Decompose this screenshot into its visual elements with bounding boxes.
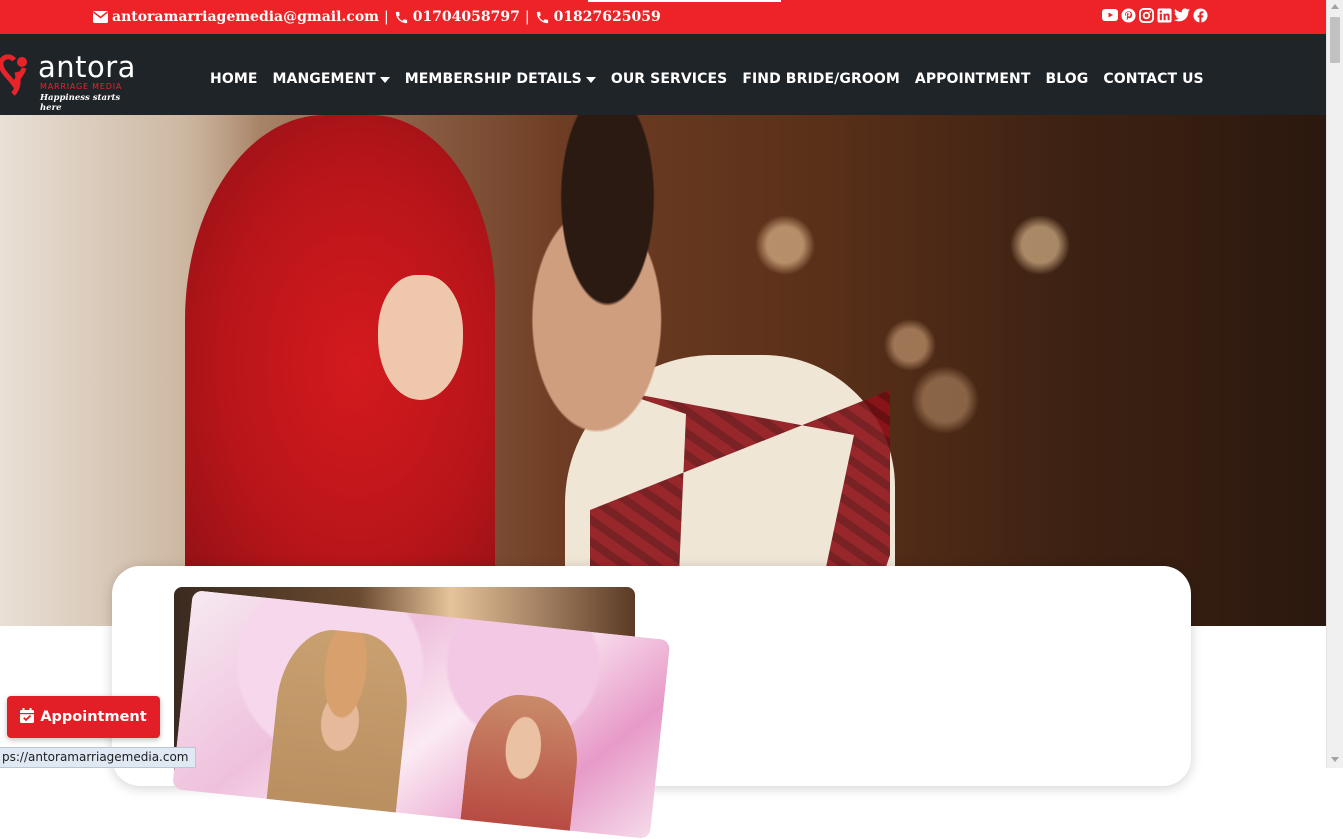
- scrollbar-thumb[interactable]: [1330, 17, 1340, 63]
- top-contact-bar: antoramarriagemedia@gmail.com | 01704058…: [0, 0, 1343, 34]
- facebook-icon[interactable]: [1192, 7, 1208, 23]
- nav-management[interactable]: MANGEMENT: [273, 71, 390, 87]
- phone-icon: [394, 10, 409, 25]
- hero-groom: [500, 115, 715, 445]
- contact-phone-1[interactable]: 01704058797: [413, 9, 520, 25]
- contact-info: antoramarriagemedia@gmail.com | 01704058…: [93, 6, 661, 28]
- browser-status-url: ps://antoramarriagemedia.com: [0, 747, 196, 768]
- hero-bride-face: [378, 275, 463, 400]
- nav-management-label: MANGEMENT: [272, 71, 376, 87]
- contact-email[interactable]: antoramarriagemedia@gmail.com: [112, 9, 379, 25]
- nav-services-label: OUR SERVICES: [610, 71, 728, 87]
- nav-appointment[interactable]: APPOINTMENT: [915, 71, 1031, 87]
- phone-icon: [535, 10, 550, 25]
- hero-banner-image: [0, 115, 1326, 626]
- logo-brand-text: antora: [38, 50, 136, 84]
- scroll-down-icon[interactable]: [1331, 757, 1339, 762]
- logo-tagline: Happiness starts here: [40, 93, 121, 113]
- caret-down-icon: [379, 71, 390, 87]
- caret-down-icon: [585, 71, 596, 87]
- nav-contact-us[interactable]: CONTACT US: [1103, 71, 1203, 87]
- nav-home[interactable]: HOME: [210, 71, 258, 87]
- nav-membership-label: MEMBERSHIP DETAILS: [404, 71, 582, 87]
- linkedin-icon[interactable]: [1156, 7, 1172, 23]
- calendar-check-icon: [20, 707, 35, 727]
- nav-menu: HOME MANGEMENT MEMBERSHIP DETAILS OUR SE…: [210, 68, 1219, 90]
- envelope-icon: [93, 11, 108, 23]
- separator: |: [524, 9, 530, 25]
- nav-appointment-label: APPOINTMENT: [914, 71, 1031, 87]
- site-logo[interactable]: antora MARRIAGE MEDIA Happiness starts h…: [0, 46, 140, 113]
- photo-bride: [458, 689, 584, 839]
- youtube-icon[interactable]: [1102, 7, 1118, 23]
- nav-find-bride-groom[interactable]: FIND BRIDE/GROOM: [742, 71, 900, 87]
- separator: |: [383, 9, 389, 25]
- social-links: [1102, 7, 1208, 23]
- appointment-button-label: Appointment: [40, 709, 147, 725]
- logo-subtitle: MARRIAGE MEDIA: [40, 82, 123, 91]
- logo-hearts-icon: [0, 54, 27, 96]
- nav-home-label: HOME: [210, 71, 258, 87]
- nav-membership-details[interactable]: MEMBERSHIP DETAILS: [405, 71, 596, 87]
- nav-contact-label: CONTACT US: [1103, 71, 1204, 87]
- appointment-button[interactable]: Appointment: [7, 696, 160, 738]
- pinterest-icon[interactable]: [1120, 7, 1136, 23]
- instagram-icon[interactable]: [1138, 7, 1154, 23]
- nav-blog-label: BLOG: [1045, 71, 1089, 87]
- nav-our-services[interactable]: OUR SERVICES: [611, 71, 728, 87]
- nav-blog[interactable]: BLOG: [1046, 71, 1089, 87]
- twitter-icon[interactable]: [1174, 7, 1190, 23]
- nav-find-label: FIND BRIDE/GROOM: [742, 71, 900, 87]
- photo-groom: [265, 624, 415, 828]
- main-navbar: antora MARRIAGE MEDIA Happiness starts h…: [0, 34, 1326, 115]
- scroll-up-icon[interactable]: [1331, 4, 1339, 9]
- top-accent-line: [588, 0, 781, 2]
- page-scrollbar[interactable]: [1326, 0, 1343, 768]
- contact-phone-2[interactable]: 01827625059: [554, 9, 661, 25]
